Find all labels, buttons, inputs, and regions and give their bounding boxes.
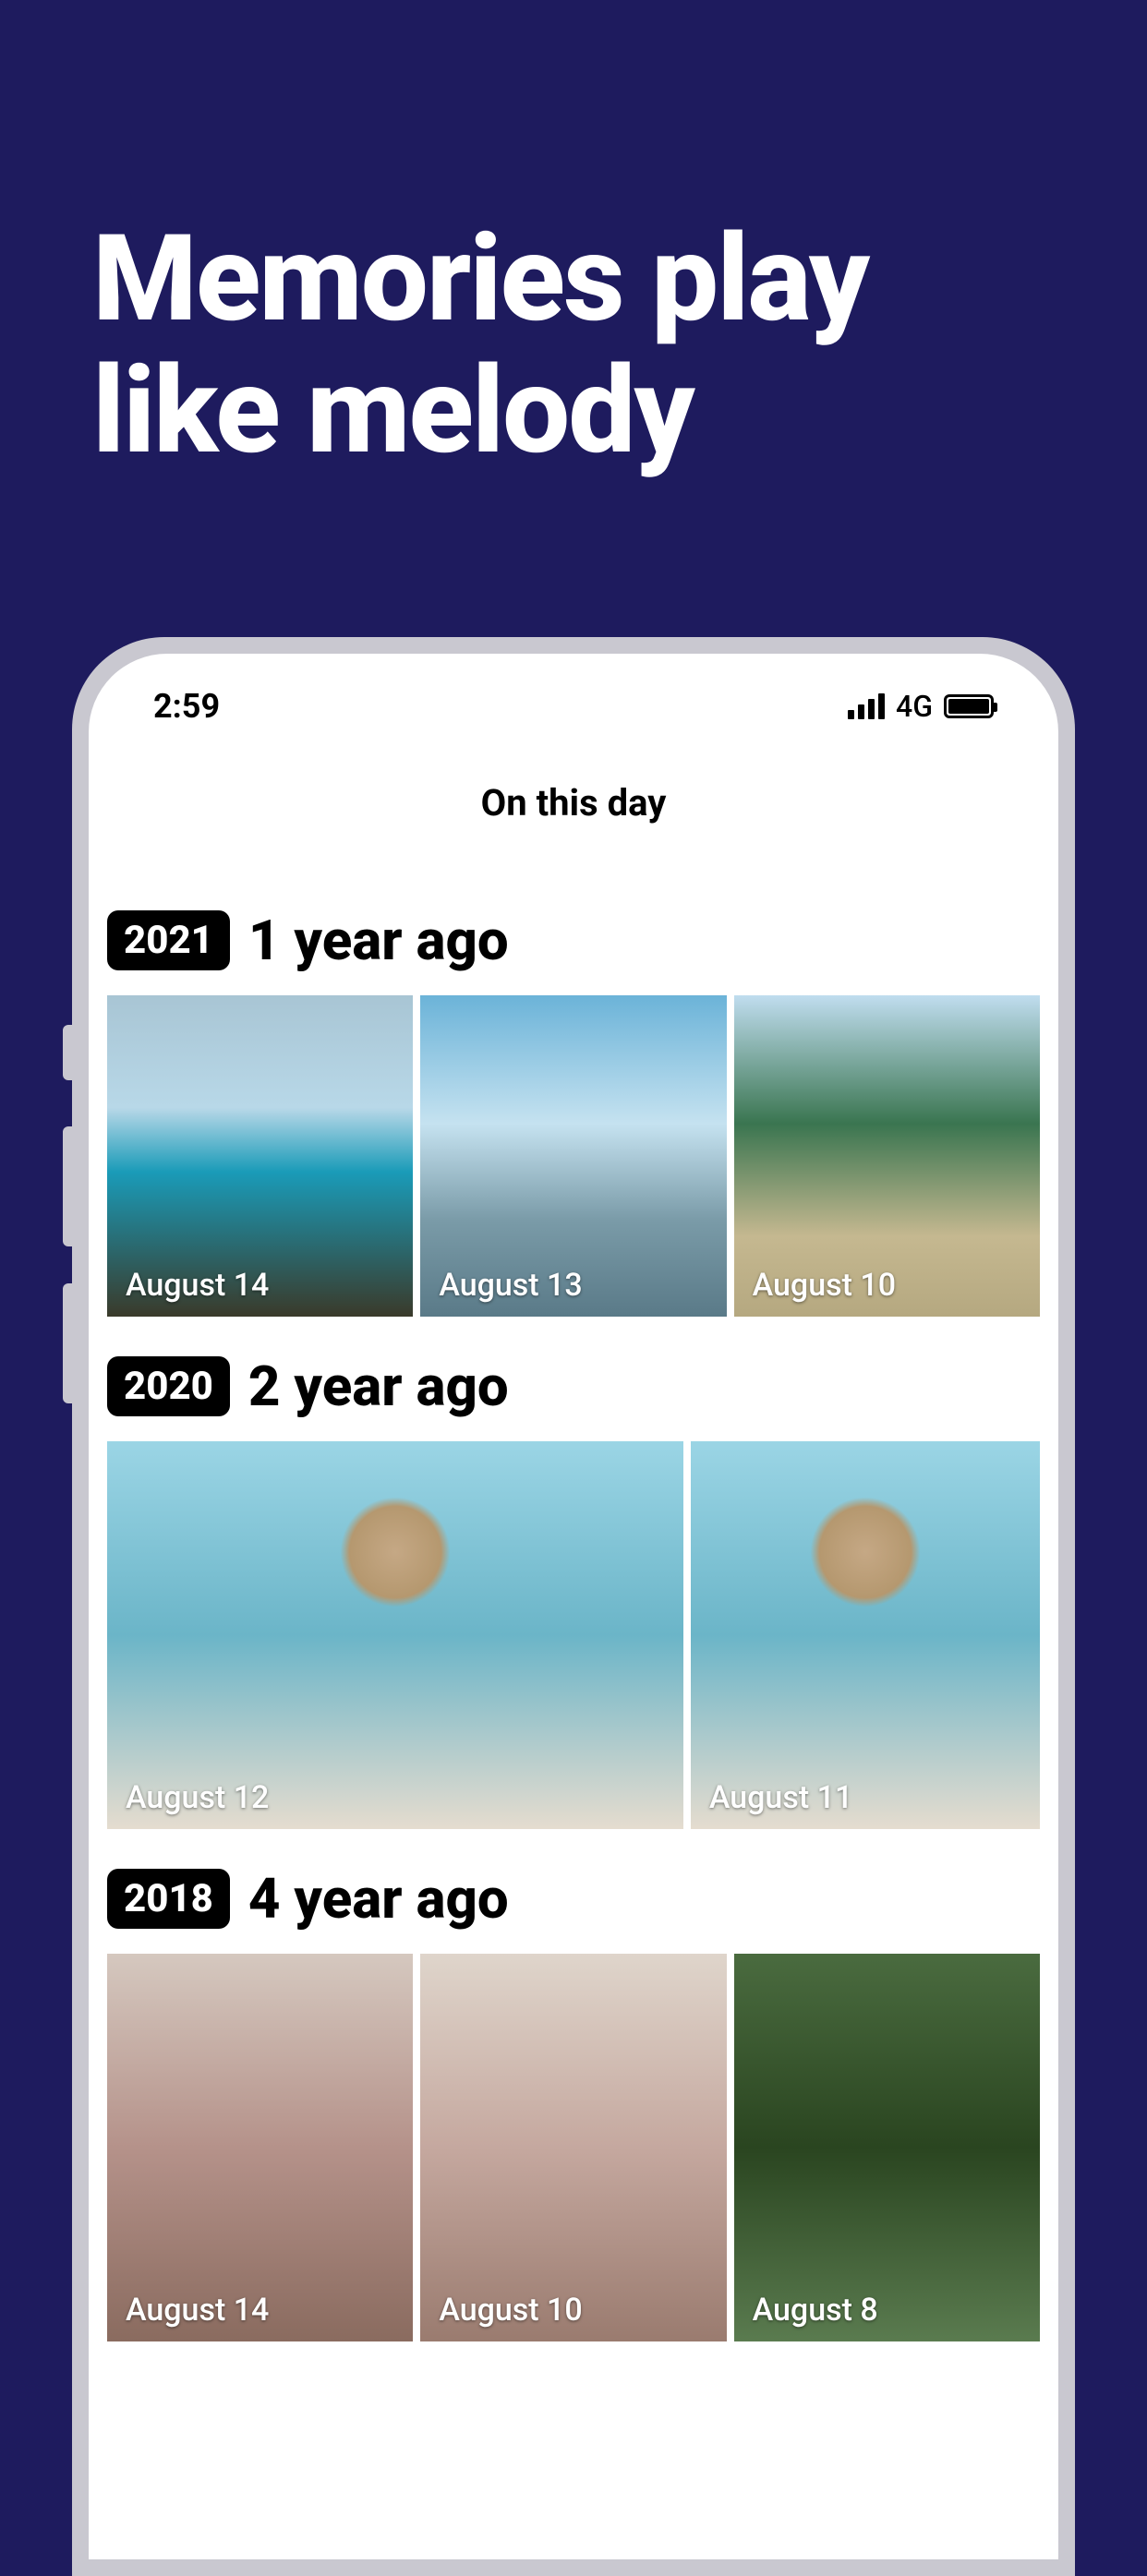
year-badge: 2021 [107, 910, 230, 970]
photo-card[interactable]: August 12 [107, 1441, 683, 1829]
photo-date: August 13 [439, 1267, 582, 1304]
ago-label: 2 year ago [248, 1354, 509, 1419]
battery-icon [944, 694, 994, 718]
ago-label: 1 year ago [248, 908, 509, 973]
section-header: 2020 2 year ago [107, 1317, 1040, 1441]
phone-side-button [63, 1025, 74, 1080]
status-right: 4G [848, 689, 994, 724]
photo-card[interactable]: August 14 [107, 995, 413, 1317]
photo-row: August 12 August 11 [107, 1441, 1040, 1829]
status-bar: 2:59 4G [89, 654, 1058, 735]
photo-date: August 10 [439, 2292, 582, 2329]
year-badge: 2020 [107, 1356, 230, 1416]
photo-date: August 8 [753, 2292, 878, 2329]
photo-card[interactable]: August 8 [734, 1954, 1040, 2341]
page-title: On this day [89, 735, 1058, 871]
section-header: 2018 4 year ago [107, 1829, 1040, 1954]
photo-row: August 14 August 13 August 10 [107, 995, 1040, 1317]
photo-date: August 12 [126, 1779, 269, 1816]
photo-card[interactable]: August 10 [734, 995, 1040, 1317]
photo-card[interactable]: August 13 [420, 995, 726, 1317]
year-badge: 2018 [107, 1869, 230, 1929]
photo-card[interactable]: August 10 [420, 1954, 726, 2341]
memories-content[interactable]: 2021 1 year ago August 14 August 13 Augu… [89, 871, 1058, 2341]
phone-side-button [63, 1126, 74, 1246]
photo-image [691, 1441, 1040, 1829]
photo-card[interactable]: August 11 [691, 1441, 1040, 1829]
marketing-headline: Memories play like melody [0, 0, 1147, 476]
photo-image [734, 1954, 1040, 2341]
phone-side-button [63, 1283, 74, 1403]
photo-row: August 14 August 10 August 8 [107, 1954, 1040, 2341]
photo-image [107, 1441, 683, 1829]
photo-image [107, 1954, 413, 2341]
photo-date: August 14 [126, 2292, 269, 2329]
photo-image [420, 1954, 726, 2341]
phone-screen: 2:59 4G On this day 2021 1 year ago [89, 654, 1058, 2559]
signal-icon [848, 693, 885, 719]
status-network: 4G [896, 689, 933, 724]
photo-card[interactable]: August 14 [107, 1954, 413, 2341]
photo-date: August 11 [709, 1779, 852, 1816]
phone-frame: 2:59 4G On this day 2021 1 year ago [72, 637, 1075, 2576]
photo-date: August 10 [753, 1267, 896, 1304]
section-header: 2021 1 year ago [107, 871, 1040, 995]
status-time: 2:59 [153, 687, 220, 726]
photo-date: August 14 [126, 1267, 269, 1304]
ago-label: 4 year ago [248, 1866, 509, 1932]
